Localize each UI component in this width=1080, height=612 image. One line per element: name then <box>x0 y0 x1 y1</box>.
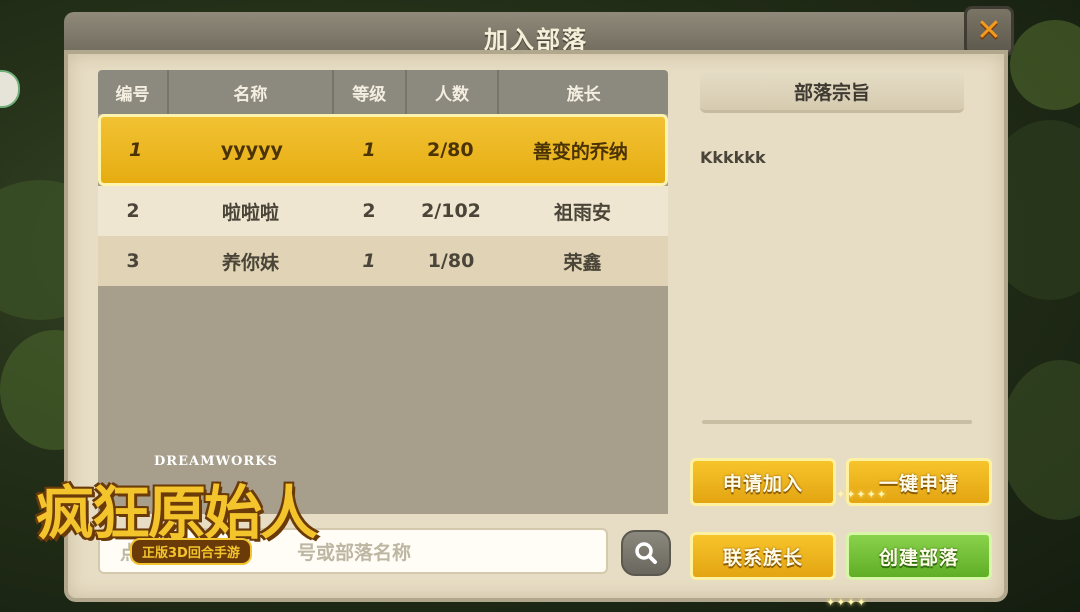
row-members: 1/80 <box>427 250 475 272</box>
header-name: 名称 <box>169 70 334 114</box>
row-chief: 荣鑫 <box>563 251 602 274</box>
row-members: 2/102 <box>421 200 481 222</box>
row-level: 2 <box>362 200 376 222</box>
sparkle-decoration: ✦✦✦✦ <box>826 596 867 609</box>
tribe-purpose-header: 部落宗旨 <box>700 72 964 113</box>
table-row[interactable]: 2 啦啦啦 2 2/102 祖雨安 <box>98 186 668 236</box>
side-tab-handle[interactable] <box>0 70 20 108</box>
row-number: 1 <box>129 139 143 161</box>
divider <box>702 420 972 424</box>
search-icon <box>635 542 657 564</box>
create-tribe-button[interactable]: 创建部落 <box>846 532 992 580</box>
row-name: 啦啦啦 <box>221 201 279 224</box>
row-chief: 祖雨安 <box>553 201 611 224</box>
row-name: yyyyy <box>220 139 283 161</box>
row-level: 1 <box>362 139 376 161</box>
search-input[interactable]: 点 号或部落名称 <box>98 528 608 574</box>
table-row-selected[interactable]: 1 yyyyy 1 2/80 善变的乔纳 <box>98 114 668 186</box>
close-icon: ✕ <box>976 13 1002 48</box>
search-button[interactable] <box>621 530 671 576</box>
sparkle-decoration: ✦✦✦✦✦ <box>836 488 888 501</box>
row-number: 3 <box>126 250 140 272</box>
table-row[interactable]: 3 养你妹 1 1/80 荣鑫 <box>98 236 668 286</box>
header-number: 编号 <box>98 70 170 114</box>
row-chief: 善变的乔纳 <box>532 140 628 163</box>
search-placeholder-tail: 号或部落名称 <box>297 541 412 564</box>
row-number: 2 <box>126 200 140 222</box>
tribe-purpose-text: Kkkkkk <box>700 148 766 167</box>
row-name: 养你妹 <box>221 251 279 274</box>
header-level: 等级 <box>334 70 407 114</box>
dialog-panel: 编号 名称 等级 人数 族长 1 yyyyy 1 2/80 善变的乔纳 2 啦啦… <box>64 50 1008 602</box>
table-header: 编号 名称 等级 人数 族长 <box>98 70 668 114</box>
tribe-table: 编号 名称 等级 人数 族长 <box>98 70 668 114</box>
row-level: 1 <box>362 250 376 272</box>
close-button[interactable]: ✕ <box>964 6 1014 56</box>
row-members: 2/80 <box>426 139 474 161</box>
contact-chief-button[interactable]: 联系族长 <box>690 532 836 580</box>
tribe-list[interactable]: 1 yyyyy 1 2/80 善变的乔纳 2 啦啦啦 2 2/102 祖雨安 3… <box>98 114 668 514</box>
header-members: 人数 <box>407 70 500 114</box>
apply-join-button[interactable]: 申请加入 <box>690 458 836 506</box>
search-placeholder-head: 点 <box>120 541 140 564</box>
join-tribe-dialog: 加入部落 ✕ 编号 名称 等级 人数 族长 1 yyyyy 1 2/80 善变的… <box>64 6 1014 602</box>
header-chief: 族长 <box>566 84 601 105</box>
